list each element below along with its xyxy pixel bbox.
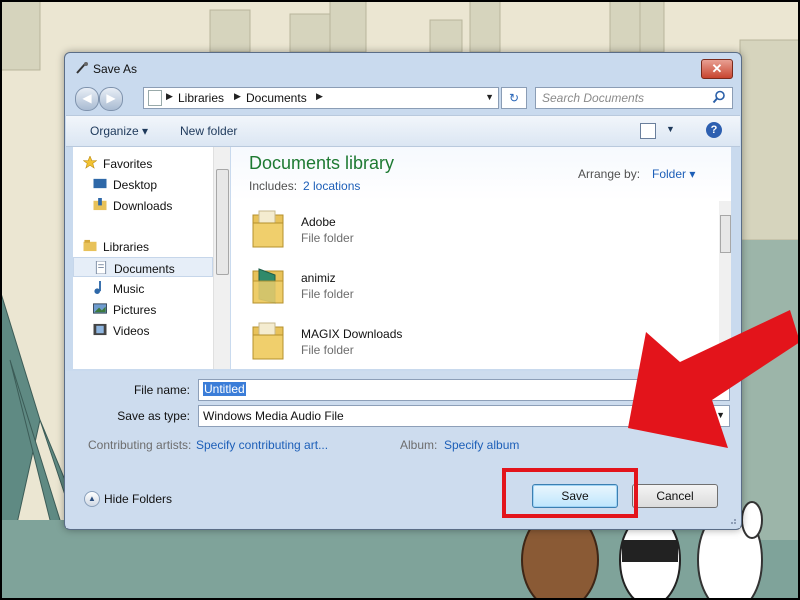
cancel-button[interactable]: Cancel: [632, 484, 718, 508]
sidebar-item-label: Music: [113, 282, 145, 296]
file-name: MAGIX Downloads: [301, 327, 403, 341]
folder-icon: [252, 210, 284, 248]
sidebar-item-music[interactable]: Music: [73, 278, 213, 298]
arrange-by-label: Arrange by:: [578, 167, 641, 181]
navigation-scrollbar[interactable]: [213, 147, 230, 369]
dialog-title: Save As: [93, 62, 138, 76]
videos-icon: [93, 323, 107, 336]
file-type: File folder: [301, 287, 354, 301]
star-icon: [83, 156, 97, 169]
chevron-up-icon: ▲: [84, 491, 100, 507]
pictures-icon: [93, 303, 107, 314]
file-name: Adobe: [301, 215, 336, 229]
album-field[interactable]: Specify album: [444, 438, 519, 452]
file-type: File folder: [301, 343, 354, 357]
sidebar-item-label: Desktop: [113, 178, 158, 192]
search-icon[interactable]: [712, 90, 726, 104]
sidebar-item-label: Libraries: [103, 240, 150, 254]
search-input[interactable]: Search Documents: [535, 87, 733, 109]
file-name-value: Untitled: [203, 382, 246, 396]
breadcrumb-separator[interactable]: ▶: [234, 91, 241, 102]
libraries-icon: [83, 239, 97, 252]
sidebar-item-downloads[interactable]: Downloads: [73, 195, 213, 215]
sidebar-item-libraries[interactable]: Libraries: [73, 236, 213, 256]
sidebar-item-label: Videos: [113, 324, 150, 338]
contributing-artists-label: Contributing artists:: [88, 438, 192, 452]
scrollbar-thumb[interactable]: [720, 215, 731, 253]
title-bar: Save As ✕: [65, 53, 741, 83]
back-button[interactable]: ◀: [75, 87, 99, 111]
close-button[interactable]: ✕: [701, 59, 733, 79]
folder-icon: [252, 268, 284, 304]
save-highlight-box: [502, 468, 638, 518]
list-item[interactable]: Adobe File folder: [231, 203, 711, 257]
sidebar-item-label: Documents: [114, 262, 175, 276]
desktop-icon: [93, 178, 107, 189]
address-dropdown-icon[interactable]: ▼: [485, 92, 494, 102]
locations-link[interactable]: 2 locations: [303, 179, 360, 193]
arrange-by-dropdown[interactable]: Folder ▾: [652, 167, 695, 181]
scrollbar-thumb[interactable]: [216, 169, 229, 275]
sidebar-item-documents[interactable]: Documents: [73, 257, 213, 277]
sidebar-item-desktop[interactable]: Desktop: [73, 174, 213, 194]
help-icon[interactable]: ?: [706, 122, 722, 138]
change-view-icon[interactable]: [640, 123, 656, 139]
organize-menu[interactable]: Organize ▾: [90, 124, 148, 138]
forward-button[interactable]: ▶: [99, 87, 123, 111]
navigation-pane: Favorites Desktop Downloads Libraries Do…: [73, 147, 214, 369]
breadcrumb-documents[interactable]: Documents: [246, 91, 307, 105]
documents-icon: [95, 261, 107, 274]
library-header: Documents library Includes: 2 locations …: [231, 147, 731, 201]
file-type: File folder: [301, 231, 354, 245]
sidebar-item-label: Downloads: [113, 199, 173, 213]
sidebar-item-label: Favorites: [103, 157, 153, 171]
sidebar-item-videos[interactable]: Videos: [73, 320, 213, 340]
breadcrumb-libraries[interactable]: Libraries: [178, 91, 224, 105]
refresh-button[interactable]: ↻: [501, 87, 527, 109]
sidebar-item-label: Pictures: [113, 303, 157, 317]
search-placeholder: Search Documents: [542, 91, 645, 105]
music-icon: [94, 281, 101, 294]
dialog-app-icon: [76, 62, 88, 74]
sidebar-item-favorites[interactable]: Favorites: [73, 153, 213, 173]
hide-folders-label: Hide Folders: [104, 492, 173, 506]
file-name-label: File name:: [133, 383, 190, 397]
library-title: Documents library: [249, 153, 395, 173]
new-folder-button[interactable]: New folder: [180, 124, 237, 138]
contributing-artists-field[interactable]: Specify contributing art...: [196, 438, 328, 452]
sidebar-item-pictures[interactable]: Pictures: [73, 299, 213, 319]
save-as-type-label: Save as type:: [117, 409, 190, 423]
includes-label: Includes:: [249, 179, 298, 193]
album-label: Album:: [400, 438, 438, 452]
views-dropdown-icon[interactable]: ▼: [666, 124, 675, 134]
address-bar[interactable]: ▶ Libraries ▶ Documents ▶ ▼: [143, 87, 499, 109]
library-location-icon: [148, 90, 162, 106]
red-arrow-icon: [628, 310, 800, 448]
resize-grip-icon[interactable]: [727, 515, 737, 525]
breadcrumb-separator[interactable]: ▶: [166, 91, 173, 102]
folder-icon: [252, 322, 284, 360]
save-as-type-value: Windows Media Audio File: [203, 409, 344, 423]
breadcrumb-separator[interactable]: ▶: [316, 91, 323, 102]
downloads-icon: [93, 198, 107, 211]
file-name: animiz: [301, 271, 336, 285]
hide-folders-button[interactable]: ▲ Hide Folders: [84, 491, 204, 509]
command-bar: Organize ▾ New folder ▼ ?: [66, 115, 740, 147]
